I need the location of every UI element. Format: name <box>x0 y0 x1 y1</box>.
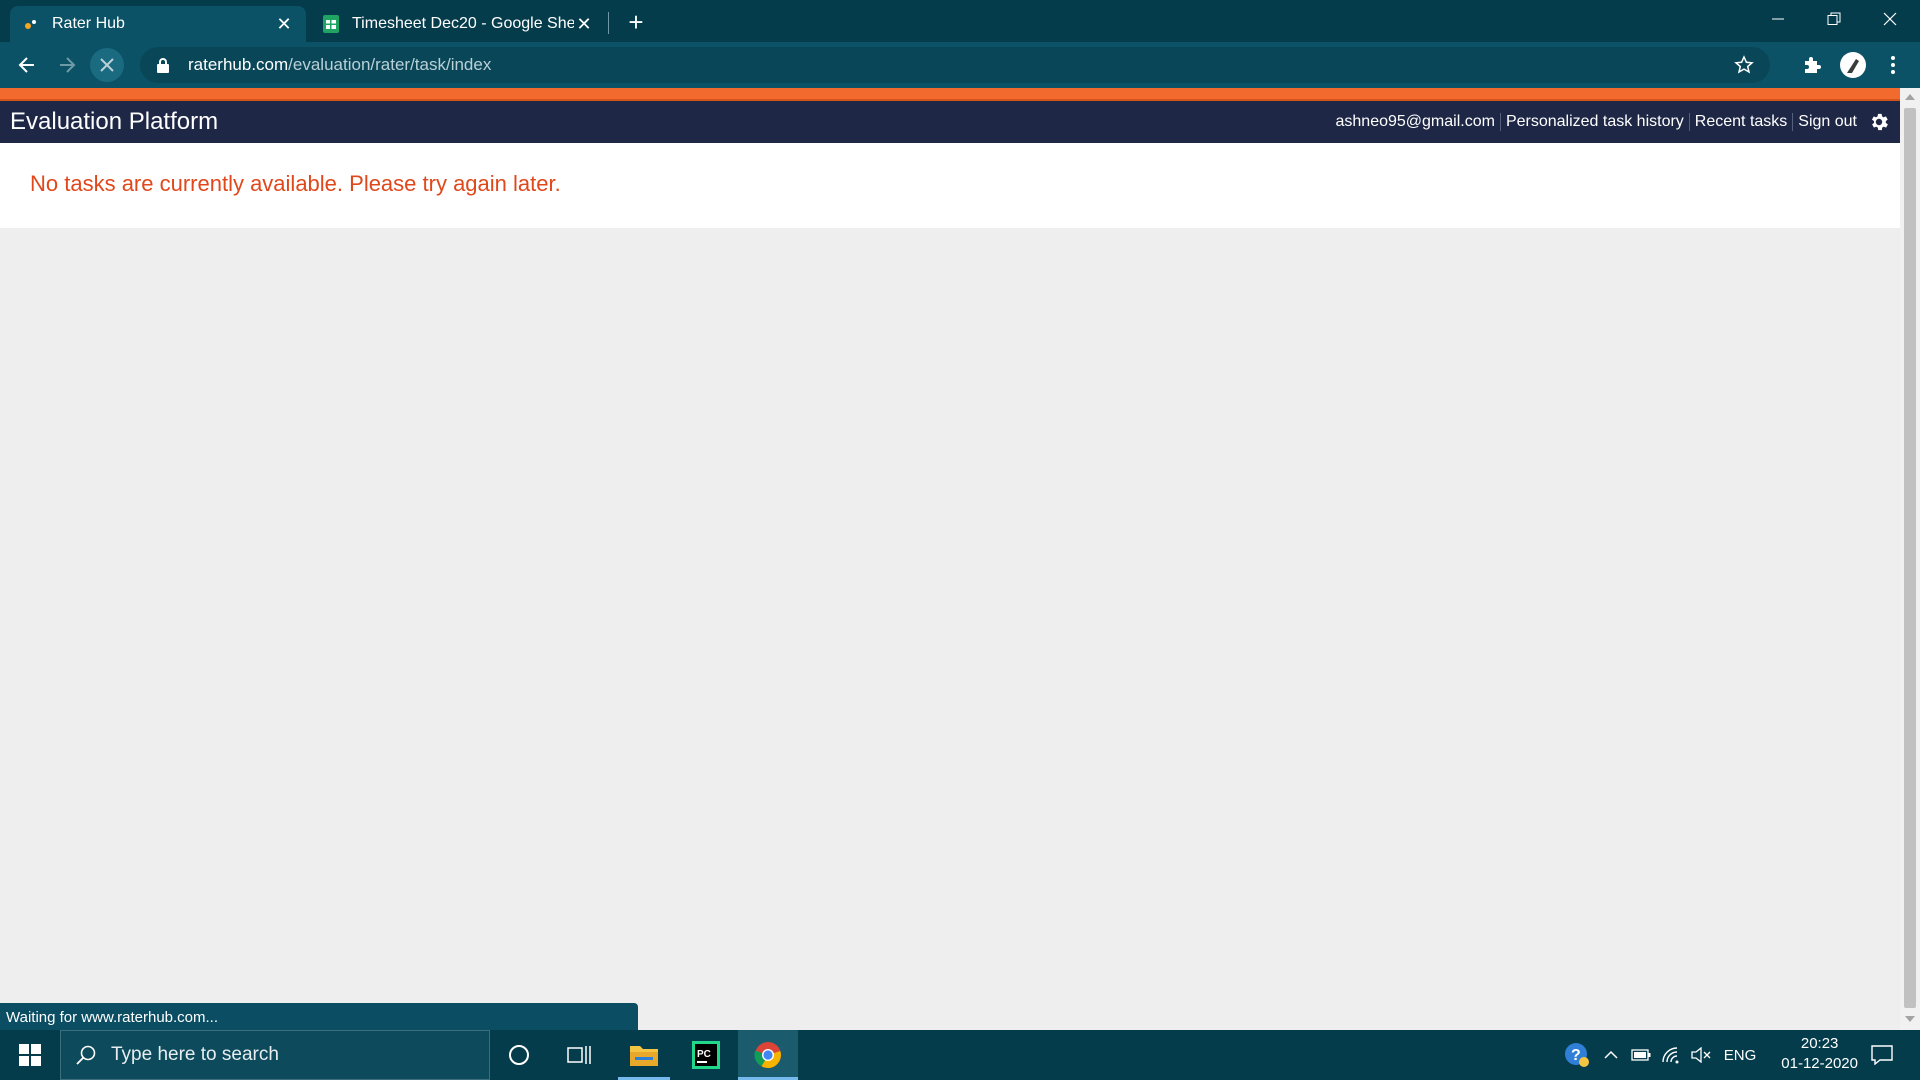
no-tasks-message: No tasks are currently available. Please… <box>30 171 561 196</box>
tab-title: Rater Hub <box>52 15 125 32</box>
tab-title: Timesheet Dec20 - Google Sheet <box>352 15 574 32</box>
task-view-icon <box>567 1046 591 1064</box>
new-tab-button[interactable]: + <box>622 7 650 37</box>
chevron-up-icon <box>1604 1050 1618 1059</box>
speaker-muted-icon <box>1691 1047 1711 1063</box>
tab-rater-hub[interactable]: Rater Hub ✕ <box>10 6 306 42</box>
gear-icon[interactable] <box>1868 111 1890 133</box>
avatar <box>1840 52 1866 78</box>
volume-tray-button[interactable] <box>1688 1030 1714 1080</box>
close-window-button[interactable] <box>1862 0 1918 38</box>
taskbar-chrome[interactable] <box>738 1030 798 1080</box>
tab-divider <box>608 12 609 34</box>
restore-button[interactable] <box>1806 0 1862 38</box>
message-panel: No tasks are currently available. Please… <box>0 143 1900 228</box>
url-host: raterhub.com <box>188 55 289 74</box>
tab-timesheet[interactable]: Timesheet Dec20 - Google Sheet ✕ <box>310 6 606 42</box>
language-indicator[interactable]: ENG <box>1720 1030 1760 1080</box>
search-placeholder: Type here to search <box>111 1044 279 1065</box>
help-icon: ? <box>1565 1043 1589 1067</box>
network-tray-button[interactable] <box>1658 1030 1684 1080</box>
more-vertical-icon <box>1891 56 1895 74</box>
web-page: Evaluation Platform ashneo95@gmail.com P… <box>0 88 1900 1030</box>
page-scrollbar[interactable] <box>1900 88 1920 1030</box>
lock-icon <box>157 58 169 73</box>
forward-button[interactable] <box>50 48 84 82</box>
close-tab-icon[interactable]: ✕ <box>574 14 594 34</box>
page-title: Evaluation Platform <box>10 108 219 135</box>
battery-icon <box>1631 1049 1651 1061</box>
browser-toolbar: raterhub.com/evaluation/rater/task/index <box>0 42 1920 88</box>
help-tray-button[interactable]: ? <box>1560 1030 1594 1080</box>
url-path: /evaluation/rater/task/index <box>288 55 492 74</box>
clock-time: 20:23 <box>1800 1035 1839 1052</box>
task-history-link[interactable]: Personalized task history <box>1501 113 1689 131</box>
chrome-icon <box>754 1042 781 1069</box>
pycharm-icon: PC <box>692 1041 720 1069</box>
arrow-right-icon <box>60 57 76 73</box>
search-icon <box>76 1045 96 1065</box>
address-bar[interactable]: raterhub.com/evaluation/rater/task/index <box>140 47 1770 83</box>
profile-button[interactable] <box>1836 48 1870 82</box>
taskbar-file-explorer[interactable] <box>618 1030 670 1080</box>
clock-date: 01-12-2020 <box>1781 1055 1858 1072</box>
windows-logo-icon <box>19 1044 41 1066</box>
google-sheets-icon <box>323 15 339 33</box>
notification-icon <box>1871 1045 1893 1065</box>
minimize-icon <box>1772 18 1784 20</box>
taskbar-search-input[interactable]: Type here to search <box>60 1030 490 1080</box>
show-hidden-icons-button[interactable] <box>1598 1030 1624 1080</box>
bookmark-star-icon[interactable] <box>1734 55 1754 75</box>
header-nav: ashneo95@gmail.com Personalized task his… <box>1331 111 1891 133</box>
taskbar-pycharm[interactable]: PC <box>680 1030 732 1080</box>
site-header: Evaluation Platform ashneo95@gmail.com P… <box>0 101 1900 143</box>
scroll-down-icon[interactable] <box>1905 1016 1915 1022</box>
start-button[interactable] <box>0 1030 60 1080</box>
browser-menu-button[interactable] <box>1876 48 1910 82</box>
close-icon <box>1883 12 1897 26</box>
scroll-up-icon[interactable] <box>1905 94 1915 100</box>
accent-bar <box>0 88 1900 101</box>
browser-status-bar: Waiting for www.raterhub.com... <box>0 1003 638 1031</box>
sign-out-link[interactable]: Sign out <box>1793 113 1862 131</box>
taskbar-clock[interactable]: 20:23 01-12-2020 <box>1781 1034 1858 1074</box>
stop-icon <box>100 58 114 72</box>
windows-taskbar: Type here to search PC ? ENG 20:23 01-12… <box>0 1030 1920 1080</box>
back-button[interactable] <box>10 48 44 82</box>
restore-icon <box>1827 12 1841 25</box>
arrow-left-icon <box>18 57 34 73</box>
minimize-button[interactable] <box>1750 0 1806 38</box>
folder-icon <box>630 1046 658 1066</box>
extensions-button[interactable] <box>1795 48 1829 82</box>
cortana-circle-icon <box>509 1045 529 1065</box>
browser-tab-strip: Rater Hub ✕ Timesheet Dec20 - Google She… <box>0 0 1920 42</box>
user-email[interactable]: ashneo95@gmail.com <box>1331 113 1500 131</box>
stop-loading-button[interactable] <box>90 48 124 82</box>
task-view-button[interactable] <box>554 1030 604 1080</box>
puzzle-icon <box>1805 57 1821 73</box>
recent-tasks-link[interactable]: Recent tasks <box>1690 113 1792 131</box>
scroll-thumb[interactable] <box>1904 108 1916 1008</box>
battery-tray-button[interactable] <box>1628 1030 1654 1080</box>
close-tab-icon[interactable]: ✕ <box>274 14 294 34</box>
svg-text:PC: PC <box>697 1049 711 1060</box>
cortana-button[interactable] <box>494 1030 544 1080</box>
wifi-icon <box>1662 1047 1679 1064</box>
notification-center-button[interactable] <box>1862 1030 1902 1080</box>
rater-hub-favicon-icon <box>25 20 36 29</box>
language-label: ENG <box>1723 1046 1757 1064</box>
